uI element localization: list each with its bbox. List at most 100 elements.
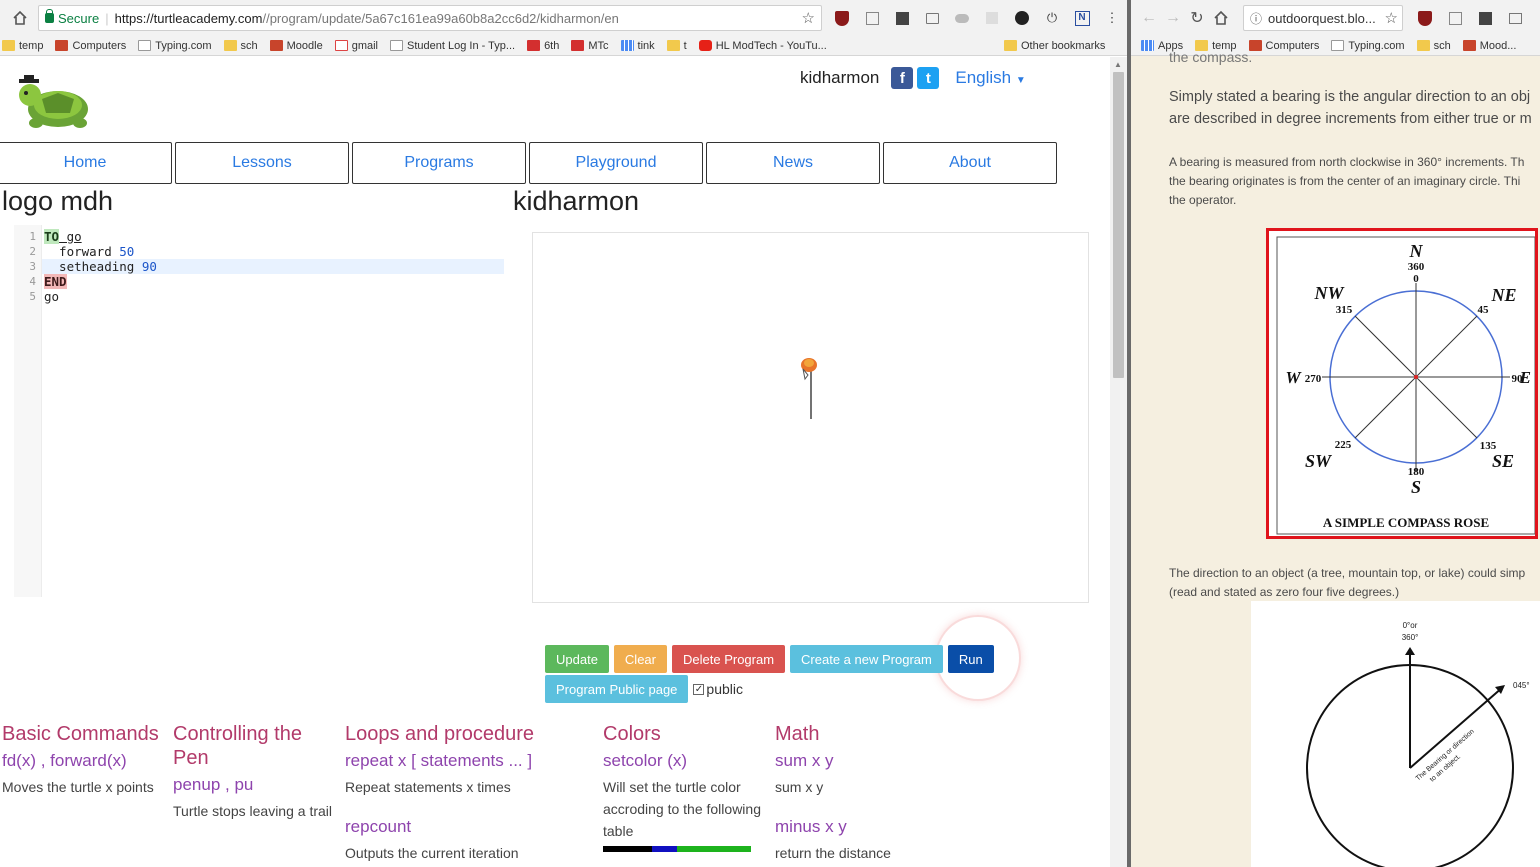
cast-icon[interactable]: [1505, 8, 1525, 28]
puzzle-icon[interactable]: [982, 8, 1002, 28]
bookmark-sch[interactable]: sch: [223, 40, 258, 52]
info-icon[interactable]: ⓘ: [1250, 10, 1262, 27]
code-editor[interactable]: 1 TO go 2 forward 50 3 setheading 90 4 END…: [14, 225, 504, 597]
film-icon[interactable]: [1475, 8, 1495, 28]
url-bar[interactable]: ⓘ outdoorquest.blo... ☆: [1243, 5, 1403, 31]
moodle-icon: [269, 40, 283, 51]
bookmark-label: Typing.com: [1348, 39, 1405, 52]
nav-home[interactable]: Home: [0, 142, 172, 184]
nav-playground[interactable]: Playground: [529, 142, 703, 184]
run-button[interactable]: Run: [947, 645, 994, 673]
ref-heading: Loops and procedure: [345, 723, 535, 745]
bookmark-typing[interactable]: Typing.com: [1331, 39, 1405, 52]
clear-button[interactable]: Clear: [613, 645, 667, 673]
typing-icon: [138, 40, 152, 51]
bookmark-moodle[interactable]: Mood...: [1462, 40, 1516, 52]
owner-title: kidharmon: [513, 186, 640, 216]
ref-command-link[interactable]: minus x y: [775, 816, 935, 838]
ref-command-link[interactable]: repcount: [345, 816, 585, 838]
bookmark-moodle[interactable]: Moodle: [269, 40, 323, 52]
n-extension-icon[interactable]: N: [1072, 8, 1092, 28]
compass-deg-135: 135: [1480, 440, 1497, 452]
ref-command-link[interactable]: penup , pu: [173, 774, 333, 796]
bookmark-sch[interactable]: sch: [1416, 40, 1451, 52]
language-dropdown[interactable]: English ▼: [955, 68, 1025, 88]
username-link[interactable]: kidharmon: [800, 68, 879, 88]
home-icon[interactable]: [1209, 6, 1233, 30]
other-bookmarks[interactable]: Other bookmarks: [1004, 40, 1105, 52]
extension-icon[interactable]: [1445, 8, 1465, 28]
line-number: 2: [29, 245, 36, 258]
compass-caption: A SIMPLE COMPASS ROSE: [1323, 515, 1489, 530]
create-program-button[interactable]: Create a new Program: [790, 645, 943, 673]
number-literal: 90: [141, 259, 157, 274]
command-text: go: [44, 289, 60, 304]
secure-indicator[interactable]: Secure: [45, 9, 99, 26]
address-bar-row: Secure | https://turtleacademy.com//prog…: [0, 0, 1127, 36]
nav-about[interactable]: About: [883, 142, 1057, 184]
update-button[interactable]: Update: [545, 645, 609, 673]
other-bookmarks-label: Other bookmarks: [1021, 39, 1106, 52]
turtle-logo[interactable]: [14, 69, 98, 131]
bookmark-temp[interactable]: temp: [2, 40, 43, 52]
bookmark-student-log-in[interactable]: Student Log In - Typ...: [390, 40, 515, 52]
twitter-icon[interactable]: t: [917, 67, 940, 89]
ref-command-link[interactable]: sum x y: [775, 750, 935, 772]
forward-icon[interactable]: →: [1161, 6, 1185, 30]
compass-deg-45: 45: [1478, 304, 1490, 316]
bookmark-t[interactable]: t: [666, 40, 687, 52]
bookmark-label: Typing.com: [155, 39, 212, 52]
ref-command-link[interactable]: fd(x) , forward(x): [2, 750, 162, 772]
ublock-icon[interactable]: [1415, 8, 1435, 28]
power-icon[interactable]: ⏻: [1042, 8, 1062, 28]
compass-rose-highlight: N 360 0 NE 45 90 E SE 135 180 S SW 225 W…: [1266, 228, 1538, 539]
bookmark-tink[interactable]: tink: [620, 40, 655, 52]
star-icon[interactable]: ☆: [802, 9, 815, 27]
home-icon[interactable]: [8, 6, 32, 30]
bookmark-6th[interactable]: 6th: [527, 40, 559, 52]
star-icon[interactable]: ☆: [1385, 9, 1398, 27]
menu-dots-icon[interactable]: ⋮: [1102, 8, 1122, 28]
vertical-scrollbar[interactable]: ▲: [1110, 57, 1127, 867]
compass-label-ne: NE: [1490, 285, 1516, 305]
bearing-label-045: 045°: [1513, 681, 1530, 690]
nav-programs[interactable]: Programs: [352, 142, 526, 184]
bookmark-computers[interactable]: Computers: [55, 40, 126, 52]
user-area: kidharmon f t English ▼: [800, 67, 1026, 89]
bookmark-gmail[interactable]: gmail: [334, 40, 378, 52]
right-browser-window: ← → ↻ ⓘ outdoorquest.blo... ☆ Apps temp …: [1131, 0, 1540, 867]
bookmark-typing[interactable]: Typing.com: [138, 39, 212, 52]
scroll-up-icon[interactable]: ▲: [1114, 60, 1122, 69]
ref-command-link[interactable]: repeat x [ statements ... ]: [345, 750, 585, 772]
bookmark-mtc[interactable]: MTc: [571, 39, 609, 52]
delete-program-button[interactable]: Delete Program: [672, 645, 786, 673]
public-checkbox[interactable]: ✓: [693, 683, 705, 695]
cast-icon[interactable]: [922, 8, 942, 28]
ref-command-link[interactable]: setcolor (x): [603, 750, 763, 772]
keyword-to: TO: [44, 229, 60, 244]
bookmark-computers[interactable]: Computers: [1248, 40, 1319, 52]
nav-news[interactable]: News: [706, 142, 880, 184]
nav-lessons[interactable]: Lessons: [175, 142, 349, 184]
film-icon[interactable]: [892, 8, 912, 28]
bookmark-label: MTc: [588, 39, 609, 52]
bookmark-hl-modtech[interactable]: HL ModTech - YouTu...: [698, 39, 827, 52]
procedure-name: go: [59, 229, 82, 244]
ublock-icon[interactable]: [832, 8, 852, 28]
url-bar[interactable]: Secure | https://turtleacademy.com//prog…: [38, 5, 822, 31]
dark-circle-icon[interactable]: [1012, 8, 1032, 28]
ref-description: sum x y: [775, 779, 824, 795]
turtle-canvas[interactable]: [532, 232, 1089, 603]
public-page-button[interactable]: Program Public page: [545, 675, 689, 703]
facebook-icon[interactable]: f: [891, 67, 914, 89]
reload-icon[interactable]: ↻: [1185, 6, 1209, 30]
bookmark-label: HL ModTech - YouTu...: [715, 39, 827, 52]
paragraph-line: are described in degree increments from …: [1169, 111, 1532, 127]
extension-icon[interactable]: [862, 8, 882, 28]
command-text: forward: [44, 244, 120, 259]
compass-label-se: SE: [1492, 451, 1514, 471]
back-icon[interactable]: ←: [1137, 6, 1161, 30]
scrollbar-thumb[interactable]: [1113, 72, 1124, 378]
bearing-label-top2: 360°: [1402, 633, 1419, 642]
cloud-icon[interactable]: [952, 8, 972, 28]
